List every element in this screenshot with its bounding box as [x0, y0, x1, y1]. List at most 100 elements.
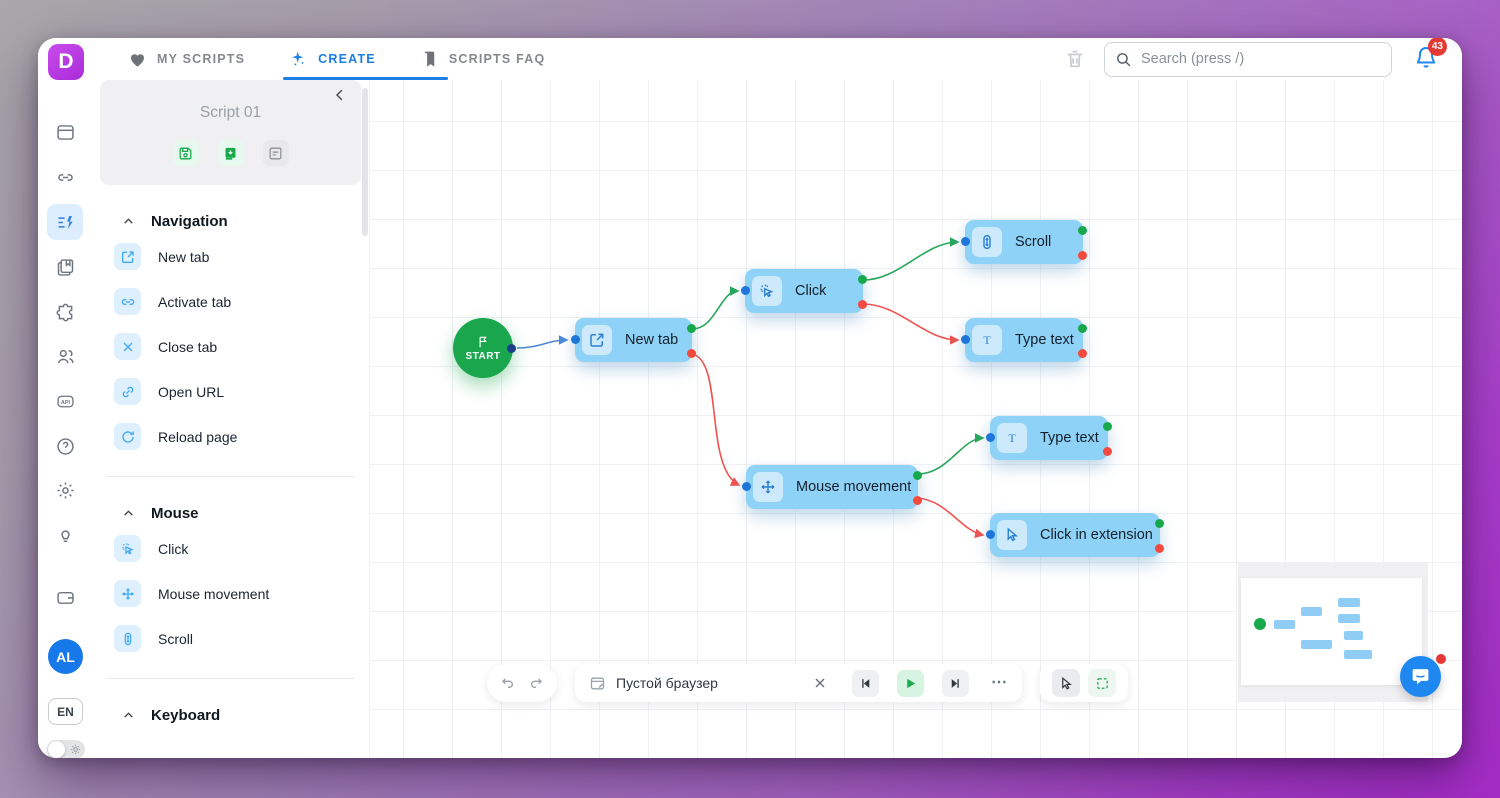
tab-my-scripts[interactable]: MY SCRIPTS — [128, 38, 245, 80]
extensions-puzzle-icon[interactable] — [53, 300, 77, 324]
node-scroll[interactable]: Scroll — [961, 220, 1087, 264]
success-port[interactable] — [858, 275, 867, 284]
success-port[interactable] — [687, 324, 696, 333]
tab-create[interactable]: CREATE — [283, 38, 448, 80]
cursor-mode-button[interactable] — [1052, 669, 1080, 697]
error-port[interactable] — [1103, 447, 1112, 456]
activate-tab-icon — [114, 288, 141, 315]
block-item-scroll[interactable]: Scroll — [92, 616, 369, 661]
browser-profile-name[interactable]: Пустой браузер — [616, 675, 718, 691]
avatar[interactable]: AL — [48, 639, 83, 674]
success-port[interactable] — [1078, 324, 1087, 333]
success-port[interactable] — [1103, 422, 1112, 431]
automation-icon — [58, 215, 73, 229]
new-tab-icon — [582, 325, 612, 355]
node-type-text-1[interactable]: T Type text — [961, 318, 1087, 362]
input-port[interactable] — [961, 237, 970, 246]
trash-icon[interactable] — [1064, 48, 1086, 70]
error-port[interactable] — [1078, 349, 1087, 358]
node-new-tab[interactable]: New tab — [571, 318, 696, 362]
theme-toggle[interactable] — [47, 740, 85, 758]
new-tab-icon — [114, 243, 141, 270]
ideas-bulb-icon[interactable] — [53, 523, 77, 547]
tab-scripts-faq[interactable]: SCRIPTS FAQ — [420, 38, 546, 80]
input-port[interactable] — [742, 482, 751, 491]
select-mode-button[interactable] — [1088, 669, 1116, 697]
block-item-open-url[interactable]: Open URL — [92, 369, 369, 414]
section-title: Mouse — [151, 504, 199, 522]
start-node[interactable]: START — [453, 318, 516, 378]
chevron-left-icon[interactable] — [331, 86, 349, 104]
section-keyboard[interactable]: Keyboard — [92, 702, 369, 728]
wallet-icon[interactable] — [53, 585, 77, 609]
team-users-icon[interactable] — [53, 344, 77, 368]
search-input[interactable] — [1141, 51, 1381, 67]
error-port[interactable] — [1078, 251, 1087, 260]
avatar-initials: AL — [56, 648, 75, 665]
skip-back-icon — [862, 678, 870, 688]
block-item-reload-page[interactable]: Reload page — [92, 414, 369, 459]
error-port[interactable] — [858, 300, 867, 309]
app-logo[interactable]: D — [48, 44, 84, 80]
help-icon[interactable] — [53, 434, 77, 458]
play-button[interactable] — [897, 669, 924, 697]
close-icon[interactable] — [812, 675, 828, 691]
apply-template-button[interactable] — [217, 140, 244, 166]
undo-icon[interactable] — [500, 675, 516, 691]
open-url-icon — [114, 378, 141, 405]
block-item-activate-tab[interactable]: Activate tab — [92, 279, 369, 324]
chat-icon — [1412, 669, 1429, 685]
block-item-close-tab[interactable]: Close tab — [92, 324, 369, 369]
click-icon — [114, 535, 141, 562]
sun-icon — [70, 744, 81, 755]
settings-gear-icon[interactable] — [53, 478, 77, 502]
flow-canvas[interactable]: START New tab Click Scroll T Type text M… — [370, 80, 1462, 758]
output-port[interactable] — [507, 344, 516, 353]
error-port[interactable] — [913, 496, 922, 505]
block-item-mouse-movement[interactable]: Mouse movement — [92, 571, 369, 616]
input-port[interactable] — [741, 286, 750, 295]
node-mouse-movement[interactable]: Mouse movement — [742, 465, 922, 509]
script-notes-button[interactable] — [262, 140, 289, 166]
error-port[interactable] — [687, 349, 696, 358]
success-port[interactable] — [913, 471, 922, 480]
step-back-button[interactable] — [852, 669, 879, 697]
input-port[interactable] — [571, 335, 580, 344]
input-port[interactable] — [961, 335, 970, 344]
caret-up-icon — [124, 217, 133, 224]
browser-profiles-icon[interactable] — [53, 120, 77, 144]
minimap-node — [1301, 607, 1322, 616]
language-selector[interactable]: EN — [48, 698, 83, 725]
block-item-click[interactable]: Click — [92, 526, 369, 571]
node-click[interactable]: Click — [741, 269, 867, 313]
error-port[interactable] — [1155, 544, 1164, 553]
input-port[interactable] — [986, 530, 995, 539]
chat-unread-dot — [1436, 654, 1446, 664]
minimap-node — [1338, 614, 1360, 623]
automation-nav-item[interactable] — [47, 204, 83, 240]
chat-widget-button[interactable] — [1400, 656, 1441, 697]
panel-scrollbar[interactable] — [362, 88, 368, 236]
minimap-viewport[interactable] — [1241, 578, 1422, 685]
step-forward-button[interactable] — [942, 669, 969, 697]
node-click-in-extension[interactable]: Click in extension — [986, 513, 1164, 557]
save-script-button[interactable] — [172, 140, 199, 166]
notifications-button[interactable]: 43 — [1414, 38, 1447, 74]
section-mouse[interactable]: Mouse — [92, 500, 369, 526]
script-header: Script 01 — [100, 80, 361, 185]
api-icon[interactable]: API — [53, 389, 77, 413]
section-navigation[interactable]: Navigation — [92, 208, 369, 234]
success-port[interactable] — [1155, 519, 1164, 528]
input-port[interactable] — [986, 433, 995, 442]
script-title[interactable]: Script 01 — [100, 80, 361, 122]
more-options-button[interactable]: ⋯ — [991, 675, 1008, 691]
tabs-pages-icon[interactable] — [53, 255, 77, 279]
node-type-text-2[interactable]: T Type text — [986, 416, 1112, 460]
topbar-right: 43 — [1064, 38, 1462, 77]
proxy-link-icon[interactable] — [53, 165, 77, 189]
redo-icon[interactable] — [528, 675, 544, 691]
success-port[interactable] — [1078, 226, 1087, 235]
heart-icon — [131, 53, 144, 67]
mouse-movement-icon — [114, 580, 141, 607]
block-item-new-tab[interactable]: New tab — [92, 234, 369, 279]
